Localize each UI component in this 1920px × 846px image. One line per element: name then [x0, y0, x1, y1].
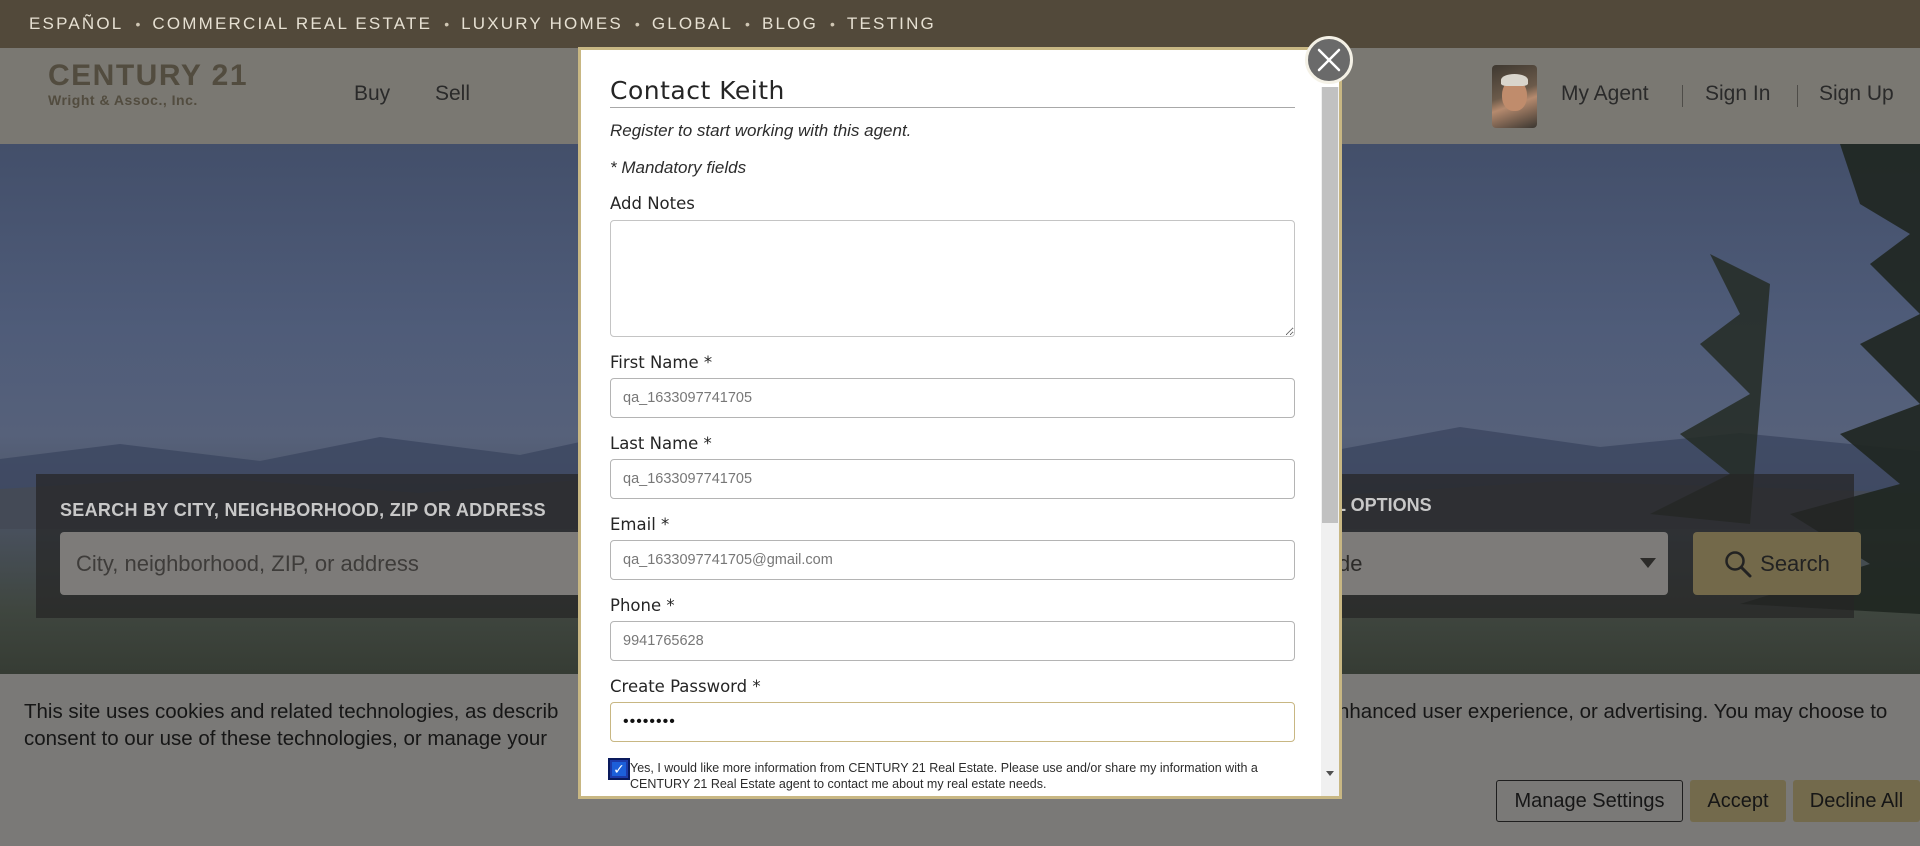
- topbar-separator: •: [830, 16, 835, 32]
- sign-in-link[interactable]: Sign In: [1705, 82, 1770, 106]
- options-select[interactable]: [1322, 532, 1668, 595]
- consent-text: Yes, I would like more information from …: [630, 761, 1258, 791]
- password-field[interactable]: [610, 702, 1295, 742]
- cookie-text-line1-right: nhanced user experience, or advertising.…: [1338, 700, 1888, 723]
- topbar-separator: •: [444, 16, 450, 32]
- email-field[interactable]: [610, 540, 1295, 580]
- cookie-text-line1-left: This site uses cookies and related techn…: [24, 700, 559, 723]
- chevron-down-icon: [1640, 558, 1656, 568]
- first-name-field[interactable]: [610, 378, 1295, 418]
- phone-field[interactable]: [610, 621, 1295, 661]
- phone-label: Phone *: [610, 596, 675, 615]
- topbar-link-commercial[interactable]: COMMERCIAL REAL ESTATE: [152, 14, 432, 34]
- scrollbar-thumb[interactable]: [1322, 87, 1338, 523]
- notes-textarea[interactable]: [610, 220, 1295, 337]
- search-label: SEARCH BY CITY, NEIGHBORHOOD, ZIP OR ADD…: [60, 500, 546, 520]
- modal-scrollbar[interactable]: [1321, 87, 1339, 796]
- topbar-separator: •: [634, 16, 640, 32]
- top-utility-bar: ESPAÑOL • COMMERCIAL REAL ESTATE • LUXUR…: [0, 0, 1920, 48]
- header-divider: [1797, 85, 1798, 107]
- modal-subtitle: Register to start working with this agen…: [610, 121, 912, 140]
- email-label: Email *: [610, 515, 670, 534]
- topbar-link-global[interactable]: GLOBAL: [652, 14, 733, 34]
- consent-row: ✓ Yes, I would like more information fro…: [608, 758, 1300, 792]
- password-label: Create Password *: [610, 677, 761, 696]
- logo-sub-text: Wright & Assoc., Inc.: [48, 92, 198, 108]
- check-icon: ✓: [613, 761, 625, 777]
- topbar-separator: •: [135, 16, 141, 32]
- modal-content: Contact Keith Register to start working …: [581, 50, 1311, 796]
- my-agent-link[interactable]: My Agent: [1561, 82, 1649, 106]
- first-name-label: First Name *: [610, 353, 713, 372]
- modal-title: Contact Keith: [610, 76, 1295, 108]
- topbar-link-luxury[interactable]: LUXURY HOMES: [461, 14, 623, 34]
- agent-avatar[interactable]: [1492, 65, 1537, 128]
- nav-sell[interactable]: Sell: [435, 82, 470, 106]
- accept-button[interactable]: Accept: [1690, 780, 1786, 822]
- manage-settings-button[interactable]: Manage Settings: [1496, 780, 1683, 822]
- scroll-down-arrow-icon[interactable]: [1326, 771, 1334, 776]
- search-icon: [1725, 550, 1752, 577]
- brand-logo[interactable]: CENTURY 21 Wright & Assoc., Inc.: [48, 59, 249, 109]
- modal-close-button[interactable]: [1305, 36, 1353, 84]
- avatar-hair: [1501, 74, 1528, 86]
- contact-agent-modal: Contact Keith Register to start working …: [578, 47, 1342, 799]
- search-button-label: Search: [1760, 550, 1830, 576]
- consent-checkbox[interactable]: ✓: [608, 758, 630, 780]
- cookie-text-line2-left: consent to our use of these technologies…: [24, 727, 548, 750]
- mandatory-fields-note: * Mandatory fields: [610, 158, 747, 177]
- last-name-label: Last Name *: [610, 434, 712, 453]
- location-search-input[interactable]: [60, 532, 600, 595]
- topbar-link-blog[interactable]: BLOG: [762, 14, 818, 34]
- topbar-separator: •: [745, 16, 750, 32]
- logo-main-text: CENTURY 21: [48, 59, 249, 92]
- sign-up-link[interactable]: Sign Up: [1819, 82, 1894, 106]
- last-name-field[interactable]: [610, 459, 1295, 499]
- search-button[interactable]: Search: [1693, 532, 1861, 595]
- header-divider: [1682, 85, 1683, 107]
- topbar-link-testing[interactable]: TESTING: [847, 14, 936, 34]
- nav-buy[interactable]: Buy: [354, 82, 390, 106]
- topbar-link-espanol[interactable]: ESPAÑOL: [29, 14, 123, 34]
- notes-label: Add Notes: [610, 194, 695, 213]
- decline-all-button[interactable]: Decline All: [1793, 780, 1920, 822]
- close-icon: [1317, 48, 1341, 72]
